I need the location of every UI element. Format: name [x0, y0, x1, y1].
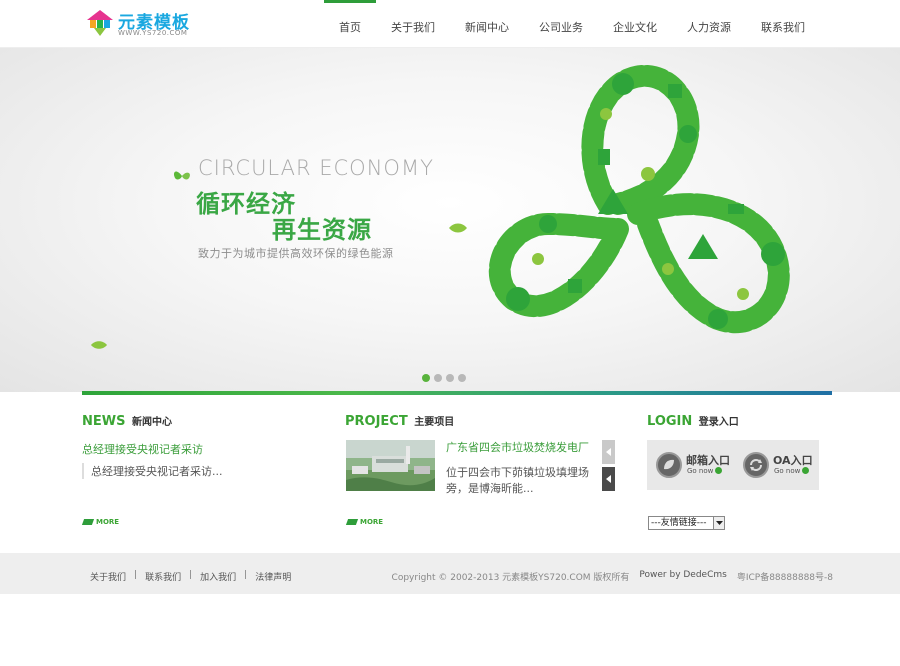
page: 元素模板 WWW.YS720.COM 首页 关于我们 新闻中心 公司业务 企业文… [0, 0, 900, 666]
project-more-link[interactable]: MORE [345, 518, 384, 526]
leaf-icon [91, 341, 107, 349]
slider-dot-1[interactable] [422, 374, 430, 382]
refresh-icon [743, 452, 769, 478]
news-title-cn: 新闻中心 [132, 417, 172, 428]
nav-item-business[interactable]: 公司业务 [524, 0, 598, 48]
project-prev-button[interactable] [602, 440, 615, 464]
login-panel: 邮箱入口 Go now OA入口 Go now [647, 440, 819, 490]
main-nav: 首页 关于我们 新闻中心 公司业务 企业文化 人力资源 联系我们 [324, 0, 820, 48]
chevron-left-icon [606, 475, 611, 483]
circular-economy-illustration [488, 65, 790, 334]
copyright-text: Copyright © 2002-2013 元素模板YS720.COM 版权所有 [391, 573, 630, 583]
more-arrow-icon [345, 519, 359, 525]
slider-dot-3[interactable] [446, 374, 454, 382]
project-title-cn: 主要项目 [414, 417, 455, 428]
news-more-link[interactable]: MORE [81, 518, 120, 526]
footer-link-join[interactable]: 加入我们 [200, 570, 236, 583]
banner-slogan: 致力于为城市提供高效环保的绿色能源 [198, 247, 394, 260]
news-item-summary: 总经理接受央视记者采访... [82, 463, 223, 479]
logo-subtitle: WWW.YS720.COM [118, 29, 188, 37]
friend-links-value: ---友情链接--- [651, 518, 707, 528]
leaf-icon [449, 223, 467, 233]
project-more-label: MORE [360, 518, 384, 526]
more-arrow-icon [81, 519, 95, 525]
nav-item-contact[interactable]: 联系我们 [746, 0, 820, 48]
slider-dot-2[interactable] [434, 374, 442, 382]
news-more-label: MORE [96, 518, 120, 526]
project-next-button[interactable] [602, 467, 615, 491]
footer: 关于我们 | 联系我们 | 加入我们 | 法律声明 Copyright © 20… [0, 553, 900, 594]
project-name-link[interactable]: 广东省四会市垃圾焚烧发电厂 [446, 439, 589, 455]
friend-links-select[interactable]: ---友情链接--- [648, 516, 725, 530]
header: 元素模板 WWW.YS720.COM 首页 关于我们 新闻中心 公司业务 企业文… [0, 0, 900, 48]
gradient-divider [82, 391, 832, 395]
footer-link-contact[interactable]: 联系我们 [145, 570, 181, 583]
factory-photo [346, 440, 435, 491]
nav-item-about[interactable]: 关于我们 [376, 0, 450, 48]
oa-go-text: Go now [774, 467, 810, 475]
footer-link-about[interactable]: 关于我们 [90, 570, 126, 583]
banner-en-title: CIRCULAR ECONOMY [198, 156, 434, 180]
nav-item-hr[interactable]: 人力资源 [672, 0, 746, 48]
project-section-title: PROJECT 主要项目 [345, 413, 454, 429]
logo-mark-icon [87, 10, 113, 36]
project-summary: 位于四会市下茆镇垃圾填埋场旁，是博海昕能... [446, 466, 589, 495]
news-item-link[interactable]: 总经理接受央视记者采访 [82, 441, 203, 457]
footer-links: 关于我们 | 联系我们 | 加入我们 | 法律声明 [90, 570, 291, 583]
butterfly-icon [173, 171, 190, 180]
hero-banner[interactable]: CIRCULAR ECONOMY 循环经济 再生资源 致力于为城市提供高效环保的… [0, 48, 900, 392]
project-title-en: PROJECT [345, 414, 408, 429]
slider-dots [422, 374, 466, 382]
mail-login-label: 邮箱入口 [686, 454, 730, 467]
leaf-mail-icon [656, 452, 682, 478]
chevron-left-icon [606, 448, 611, 456]
powered-by-text: Power by DedeCms [639, 570, 727, 580]
nav-item-news[interactable]: 新闻中心 [450, 0, 524, 48]
news-section-title: NEWS 新闻中心 [82, 413, 172, 429]
project-thumbnail[interactable] [346, 440, 435, 491]
nav-item-culture[interactable]: 企业文化 [598, 0, 672, 48]
login-title-en: LOGIN [647, 414, 693, 429]
banner-cn-line2: 再生资源 [272, 216, 372, 244]
login-section-title: LOGIN 登录入口 [647, 413, 739, 429]
footer-info: Copyright © 2002-2013 元素模板YS720.COM 版权所有… [392, 570, 833, 583]
login-title-cn: 登录入口 [698, 417, 739, 428]
logo[interactable]: 元素模板 WWW.YS720.COM [86, 8, 226, 42]
footer-separator: | [134, 570, 138, 580]
footer-link-legal[interactable]: 法律声明 [255, 570, 291, 583]
oa-login-label: OA入口 [773, 454, 813, 467]
footer-separator: | [244, 570, 248, 580]
footer-separator: | [189, 570, 193, 580]
slider-dot-4[interactable] [458, 374, 466, 382]
icp-text: 粤ICP备88888888号-8 [736, 573, 833, 583]
dropdown-arrow-icon [713, 517, 724, 529]
mail-go-text: Go now [687, 467, 723, 475]
nav-item-home[interactable]: 首页 [324, 0, 376, 48]
news-title-en: NEWS [82, 414, 126, 429]
